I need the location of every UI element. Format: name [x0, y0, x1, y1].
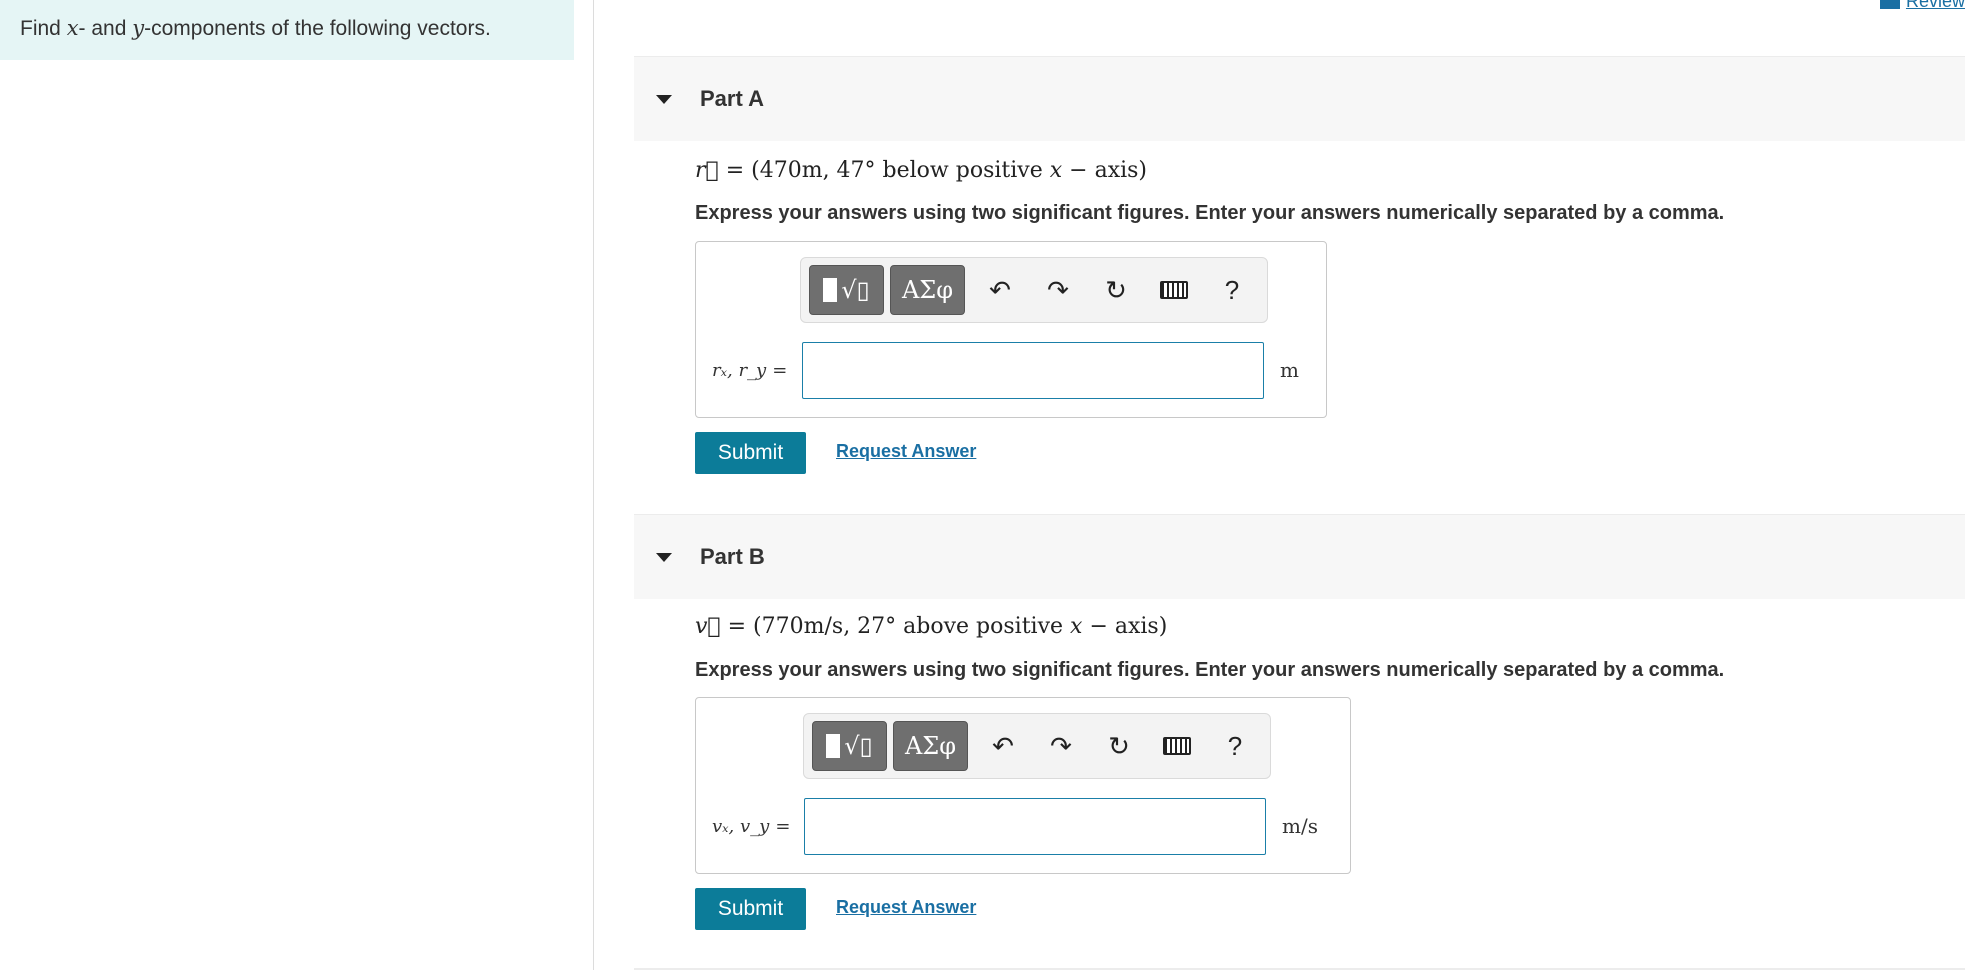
templates-icon[interactable]: √ ▯: [809, 265, 884, 315]
review-label: Review: [1905, 0, 1965, 11]
book-icon: [1879, 0, 1900, 9]
redo-icon[interactable]: ↷: [1029, 265, 1087, 315]
greek-icon[interactable]: ΑΣφ: [893, 721, 968, 771]
part-b-title: Part B: [700, 544, 765, 569]
unit-label: m: [1280, 358, 1299, 382]
answer-input[interactable]: [802, 342, 1264, 399]
templates-icon[interactable]: √ ▯: [812, 721, 887, 771]
part-b-header[interactable]: Part B: [634, 514, 1965, 599]
part-b-vector: v⃗ = (770m/s, 27° above positive x − axi…: [695, 614, 1167, 639]
submit-button[interactable]: Submit: [695, 888, 806, 930]
math-toolbar: √ ▯ ΑΣφ ↶ ↷ ↻ ?: [803, 713, 1271, 779]
undo-icon[interactable]: ↶: [971, 265, 1029, 315]
problem-instructions: Find x- and y-components of the followin…: [0, 0, 574, 60]
vector-text: − axis): [1082, 614, 1168, 639]
instructions-text: -components of the following vectors.: [144, 17, 491, 40]
part-b-instruction: Express your answers using two significa…: [695, 659, 1725, 681]
unit-label: m/s: [1282, 814, 1318, 838]
variable-label: vₓ, v_y =: [712, 816, 791, 837]
y-variable: y: [132, 16, 145, 40]
collapse-arrow-icon[interactable]: [656, 552, 672, 562]
reset-icon[interactable]: ↻: [1087, 265, 1145, 315]
part-a-header[interactable]: Part A: [634, 56, 1965, 141]
undo-icon[interactable]: ↶: [974, 721, 1032, 771]
part-a-instruction: Express your answers using two significa…: [695, 202, 1725, 224]
variable-label: rₓ, r_y =: [712, 360, 788, 381]
greek-icon[interactable]: ΑΣφ: [890, 265, 965, 315]
submit-button[interactable]: Submit: [695, 432, 806, 474]
review-link[interactable]: Review: [1879, 0, 1965, 12]
help-icon[interactable]: ?: [1203, 265, 1261, 315]
part-a-answer-box: √ ▯ ΑΣφ ↶ ↷ ↻ ? rₓ, r_y = m: [695, 241, 1327, 418]
request-answer-link[interactable]: Request Answer: [836, 441, 976, 462]
help-icon[interactable]: ?: [1206, 721, 1264, 771]
instructions-text: Find: [20, 17, 67, 40]
math-toolbar: √ ▯ ΑΣφ ↶ ↷ ↻ ?: [800, 257, 1268, 323]
part-a-title: Part A: [700, 86, 764, 111]
left-panel: Find x- and y-components of the followin…: [0, 0, 594, 970]
instructions-text: - and: [78, 17, 133, 40]
part-b-answer-box: √ ▯ ΑΣφ ↶ ↷ ↻ ? vₓ, v_y = m/s: [695, 697, 1351, 874]
part-a-vector: r⃗ = (470m, 47° below positive x − axis): [695, 158, 1147, 183]
vector-text: = (770m/s, 27° above positive: [720, 614, 1071, 639]
answer-input[interactable]: [804, 798, 1266, 855]
axis-variable: x: [1049, 158, 1063, 183]
x-variable: x: [66, 16, 79, 40]
vector-text: − axis): [1062, 158, 1148, 183]
redo-icon[interactable]: ↷: [1032, 721, 1090, 771]
vector-text: = (470m, 47° below positive: [718, 158, 1050, 183]
keyboard-icon[interactable]: [1145, 265, 1203, 315]
reset-icon[interactable]: ↻: [1090, 721, 1148, 771]
axis-variable: x: [1070, 614, 1083, 639]
request-answer-link[interactable]: Request Answer: [836, 897, 976, 918]
keyboard-icon[interactable]: [1148, 721, 1206, 771]
vector-symbol: v⃗: [695, 614, 721, 639]
vector-symbol: r⃗: [695, 158, 719, 183]
collapse-arrow-icon[interactable]: [656, 94, 672, 104]
